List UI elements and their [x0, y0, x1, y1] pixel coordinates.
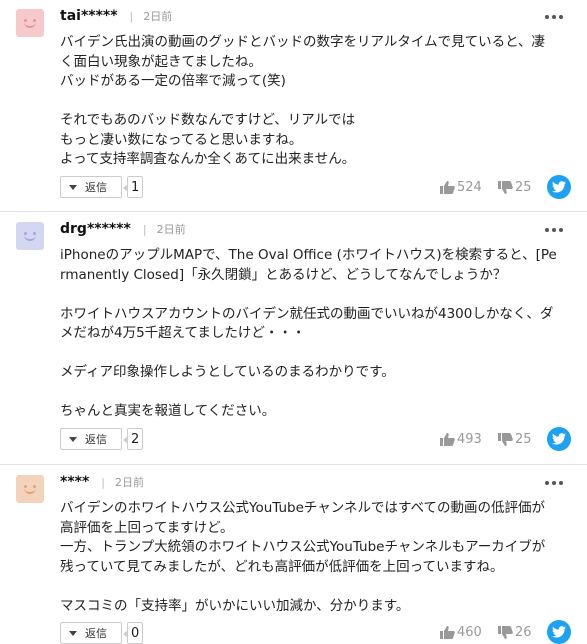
- caret-down-icon: [69, 436, 77, 442]
- comment-line: それでもあのバッド数なんですけど、リアルでは: [60, 112, 356, 128]
- comment-line: 一方、トランプ大統領のホワイトハウス公式YouTubeチャンネルもアーカイブが: [60, 539, 546, 555]
- comment-body: バイデン氏出演の動画のグッドとバッドの数字をリアルタイムで見ていると、凄 く面白い…: [60, 33, 570, 170]
- more-options-icon[interactable]: [545, 15, 563, 19]
- thumbs-up-icon: [440, 626, 455, 639]
- username[interactable]: tai*****: [60, 8, 118, 24]
- reply-button[interactable]: 返信: [60, 428, 122, 450]
- username[interactable]: drg******: [60, 221, 131, 237]
- comment-line: iPhoneのアップルMAPで、The Oval Office (ホワイトハウス…: [60, 247, 557, 263]
- like-button[interactable]: 493: [440, 432, 482, 447]
- reply-label: 返信: [85, 181, 107, 194]
- avatar[interactable]: [16, 9, 44, 37]
- dislike-button[interactable]: 25: [498, 432, 532, 447]
- dislike-count: 25: [515, 180, 532, 195]
- comment-line: よって支持率調査なんか全くあてに出来ません。: [60, 151, 356, 167]
- avatar-mouth: [24, 22, 36, 28]
- comment-line: く面白い現象が起きてましたね。: [60, 53, 262, 70]
- separator: |: [101, 475, 106, 489]
- comment-line: ホワイトハウスアカウントのバイデン就任式の動画でいいねが4300しかなく、ダ: [60, 305, 554, 322]
- avatar[interactable]: [16, 475, 44, 503]
- avatar-mouth: [24, 488, 36, 494]
- thumbs-down-icon: [498, 433, 513, 446]
- comment-line: [60, 285, 570, 305]
- dislike-button[interactable]: 26: [498, 625, 532, 640]
- comment-line: [60, 92, 570, 112]
- separator: |: [129, 9, 134, 23]
- comment-header: **** | 2日前: [60, 474, 144, 490]
- comment-line: バイデンのホワイトハウス公式YouTubeチャンネルではすべての動画の低評価が: [60, 500, 546, 516]
- comment-line: 残っていて見てみましたが、どれも高評価が低評価を上回っていますね。: [60, 558, 504, 575]
- twitter-icon: [552, 433, 566, 445]
- avatar-mouth: [24, 235, 36, 241]
- twitter-share-button[interactable]: [547, 175, 571, 199]
- comment-item: **** | 2日前 バイデンのホワイトハウス公式YouTubeチャンネルではす…: [0, 465, 587, 644]
- username[interactable]: ****: [60, 474, 89, 490]
- like-button[interactable]: 524: [440, 180, 482, 195]
- thumbs-down-icon: [498, 626, 513, 639]
- reply-count[interactable]: 1: [122, 176, 144, 198]
- twitter-icon: [552, 181, 566, 193]
- dislike-count: 25: [515, 432, 532, 447]
- twitter-icon: [552, 626, 566, 638]
- comment-body: バイデンのホワイトハウス公式YouTubeチャンネルではすべての動画の低評価が高…: [60, 499, 570, 616]
- reply-count[interactable]: 0: [122, 622, 144, 644]
- reply-button[interactable]: 返信: [60, 176, 122, 198]
- caret-down-icon: [69, 184, 77, 190]
- like-count: 460: [457, 625, 482, 640]
- comment-line: メだねが4万5千超えてましたけど・・・: [60, 325, 306, 341]
- comment-header: drg****** | 2日前: [60, 221, 186, 237]
- more-options-icon[interactable]: [545, 481, 563, 485]
- like-count: 524: [457, 180, 482, 195]
- comment-line: メディア印象操作しようとしているのまるわかりです。: [60, 364, 395, 380]
- comment-item: tai***** | 2日前 バイデン氏出演の動画のグッドとバッドの数字をリアル…: [0, 0, 587, 212]
- caret-down-icon: [69, 630, 77, 636]
- dislike-count: 26: [515, 625, 532, 640]
- comment-line: もっと凄い数になってると思いますね。: [60, 131, 303, 148]
- twitter-share-button[interactable]: [547, 427, 571, 451]
- thumbs-up-icon: [440, 181, 455, 194]
- avatar[interactable]: [16, 222, 44, 250]
- thumbs-up-icon: [440, 433, 455, 446]
- comment-line: マスコミの「支持率」がいかにいい加減か、分かります。: [60, 597, 410, 614]
- separator: |: [142, 222, 147, 236]
- reply-button[interactable]: 返信: [60, 622, 122, 644]
- comment-line: 高評価を上回ってますけど。: [60, 519, 234, 536]
- thumbs-down-icon: [498, 181, 513, 194]
- comment-line: [60, 383, 570, 403]
- comment-line: rmanently Closed]「永久閉鎖」とあるけど、どうしてなんでしょうか…: [60, 266, 507, 283]
- comment-body: iPhoneのアップルMAPで、The Oval Office (ホワイトハウス…: [60, 246, 570, 422]
- comment-item: drg****** | 2日前 iPhoneのアップルMAPで、The Oval…: [0, 212, 587, 465]
- comment-header: tai***** | 2日前: [60, 8, 172, 24]
- comment-line: バッドがある一定の倍率で減って(笑): [60, 73, 286, 89]
- timestamp: 2日前: [115, 476, 145, 489]
- like-button[interactable]: 460: [440, 625, 482, 640]
- more-options-icon[interactable]: [545, 228, 563, 232]
- reply-label: 返信: [85, 627, 107, 640]
- like-count: 493: [457, 432, 482, 447]
- comment-line: ちゃんと真実を報道してください。: [60, 403, 276, 419]
- comment-line: [60, 577, 570, 597]
- comment-line: [60, 344, 570, 364]
- timestamp: 2日前: [156, 223, 186, 236]
- reply-label: 返信: [85, 433, 107, 446]
- dislike-button[interactable]: 25: [498, 180, 532, 195]
- reply-count[interactable]: 2: [122, 428, 144, 450]
- comment-line: バイデン氏出演の動画のグッドとバッドの数字をリアルタイムで見ていると、凄: [60, 34, 546, 50]
- timestamp: 2日前: [143, 10, 173, 23]
- twitter-share-button[interactable]: [547, 620, 571, 644]
